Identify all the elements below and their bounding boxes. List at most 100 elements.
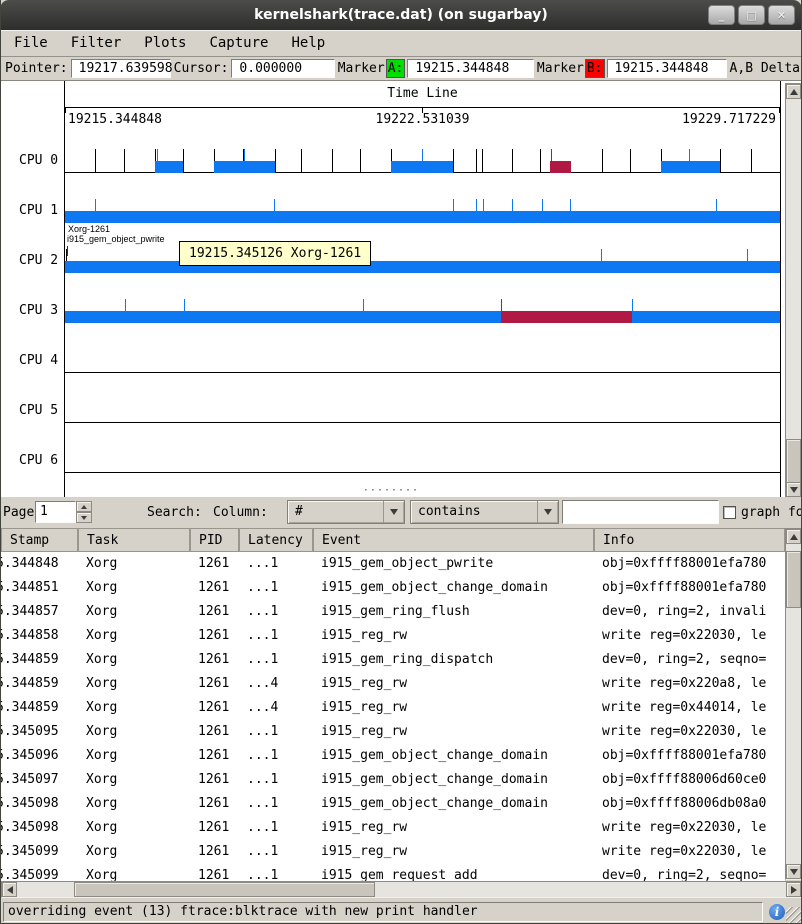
sched-bar-blue[interactable] bbox=[155, 161, 183, 173]
sched-bar-blue[interactable] bbox=[214, 161, 275, 173]
event-tick[interactable] bbox=[124, 149, 125, 173]
event-tick[interactable] bbox=[332, 149, 333, 173]
event-tick[interactable] bbox=[453, 149, 454, 173]
column-header-task[interactable]: Task bbox=[78, 528, 190, 552]
table-row[interactable]: 5.345098Xorg1261...1i915_reg_rwwrite reg… bbox=[1, 816, 785, 840]
page-up-button[interactable] bbox=[76, 501, 92, 512]
cell-latency: ...1 bbox=[239, 600, 313, 624]
event-tick[interactable] bbox=[95, 149, 96, 173]
event-tick[interactable] bbox=[751, 149, 752, 173]
column-header-event[interactable]: Event bbox=[313, 528, 594, 552]
sched-bar-red[interactable] bbox=[501, 311, 632, 323]
graph-follows-checkbox[interactable] bbox=[723, 506, 736, 519]
splitter-handle[interactable]: ········ bbox=[1, 487, 781, 495]
graph-scroll-down-button[interactable] bbox=[786, 482, 801, 497]
graph-scroll-up-button[interactable] bbox=[786, 84, 801, 99]
table-scroll-up-button[interactable] bbox=[786, 529, 801, 544]
cell-task: Xorg bbox=[78, 720, 190, 744]
cell-info: write reg=0x22030, le bbox=[594, 624, 785, 648]
ab-delta-label: A,B Delta bbox=[729, 61, 801, 76]
graph-vscrollbar[interactable] bbox=[785, 83, 802, 498]
menu-filter[interactable]: Filter bbox=[68, 33, 125, 53]
sched-bar-red[interactable] bbox=[550, 161, 571, 173]
resize-grip-icon[interactable] bbox=[786, 907, 802, 924]
table-hscrollbar[interactable] bbox=[1, 881, 802, 898]
arrow-down-icon bbox=[81, 516, 87, 520]
event-tick[interactable] bbox=[275, 149, 276, 173]
column-header-stamp[interactable]: Stamp bbox=[1, 528, 78, 552]
plot-area[interactable] bbox=[65, 81, 780, 497]
column-header-info[interactable]: Info bbox=[594, 528, 785, 552]
cell-task: Xorg bbox=[78, 768, 190, 792]
page-spinner[interactable]: 1 bbox=[35, 501, 92, 523]
match-select[interactable]: contains bbox=[410, 500, 559, 524]
table-row[interactable]: 5.345099Xorg1261...1i915_reg_rwwrite reg… bbox=[1, 840, 785, 864]
cell-task: Xorg bbox=[78, 624, 190, 648]
cell-pid: 1261 bbox=[190, 816, 239, 840]
sched-bar-blue[interactable] bbox=[65, 311, 780, 323]
maximize-button[interactable]: □ bbox=[738, 5, 765, 25]
marker-b-value: 19215.344848 bbox=[607, 59, 727, 78]
table-row[interactable]: 5.345096Xorg1261...1i915_gem_object_chan… bbox=[1, 744, 785, 768]
cell-stamp: 5.344848 bbox=[1, 552, 78, 576]
marker-a-badge[interactable]: A: bbox=[386, 59, 406, 78]
cell-task: Xorg bbox=[78, 672, 190, 696]
search-controls-bar: Page 1 Search: Column: # contains graph … bbox=[1, 497, 802, 528]
menu-help[interactable]: Help bbox=[288, 33, 328, 53]
event-tick[interactable] bbox=[183, 149, 184, 173]
table-row[interactable]: 5.344858Xorg1261...1i915_reg_rwwrite reg… bbox=[1, 624, 785, 648]
sched-bar-blue[interactable] bbox=[65, 211, 780, 223]
table-vscrollbar[interactable] bbox=[785, 528, 802, 880]
event-tick[interactable] bbox=[360, 149, 361, 173]
table-row[interactable]: 5.344851Xorg1261...1i915_gem_object_chan… bbox=[1, 576, 785, 600]
menu-capture[interactable]: Capture bbox=[206, 33, 271, 53]
event-tick[interactable] bbox=[476, 149, 477, 173]
cell-pid: 1261 bbox=[190, 600, 239, 624]
cell-event: i915_reg_rw bbox=[313, 624, 594, 648]
event-tick[interactable] bbox=[630, 149, 631, 173]
event-tick[interactable] bbox=[720, 149, 721, 173]
table-row[interactable]: 5.344857Xorg1261...1i915_gem_ring_flushd… bbox=[1, 600, 785, 624]
table-scroll-right-button[interactable] bbox=[786, 882, 801, 897]
table-row[interactable]: 5.345097Xorg1261...1i915_gem_object_chan… bbox=[1, 768, 785, 792]
cell-stamp: 5.345095 bbox=[1, 720, 78, 744]
arrow-down-icon bbox=[790, 869, 798, 875]
table-hscroll-thumb[interactable] bbox=[74, 882, 375, 897]
page-down-button[interactable] bbox=[76, 512, 92, 523]
column-header-pid[interactable]: PID bbox=[190, 528, 239, 552]
table-row[interactable]: 5.344859Xorg1261...4i915_reg_rwwrite reg… bbox=[1, 672, 785, 696]
column-header-latency[interactable]: Latency bbox=[239, 528, 313, 552]
event-tick[interactable] bbox=[301, 149, 302, 173]
graph-scroll-thumb[interactable] bbox=[786, 439, 801, 483]
close-button[interactable]: ✕ bbox=[768, 5, 795, 25]
cell-info: obj=0xffff88006d60ce0 bbox=[594, 768, 785, 792]
pointer-label: Pointer: bbox=[4, 61, 69, 76]
sched-bar-blue[interactable] bbox=[661, 161, 720, 173]
table-row[interactable]: 5.345095Xorg1261...1i915_reg_rwwrite reg… bbox=[1, 720, 785, 744]
table-scroll-thumb[interactable] bbox=[786, 551, 801, 608]
event-tick[interactable] bbox=[482, 149, 483, 173]
event-tick[interactable] bbox=[540, 149, 541, 173]
sched-bar-blue[interactable] bbox=[391, 161, 453, 173]
marker-b-badge[interactable]: B: bbox=[585, 59, 605, 78]
table-row[interactable]: 5.344859Xorg1261...4i915_reg_rwwrite reg… bbox=[1, 696, 785, 720]
table-row[interactable]: 5.345098Xorg1261...1i915_gem_object_chan… bbox=[1, 792, 785, 816]
table-scroll-down-button[interactable] bbox=[786, 864, 801, 879]
cell-info: write reg=0x220a8, le bbox=[594, 672, 785, 696]
event-tick[interactable] bbox=[512, 149, 513, 173]
search-input[interactable] bbox=[562, 500, 719, 524]
cell-pid: 1261 bbox=[190, 576, 239, 600]
page-value[interactable]: 1 bbox=[35, 501, 76, 523]
sched-bar-blue[interactable] bbox=[65, 261, 780, 273]
table-row[interactable]: 5.344859Xorg1261...1i915_gem_ring_dispat… bbox=[1, 648, 785, 672]
info-icon[interactable]: i bbox=[769, 904, 785, 920]
cell-task: Xorg bbox=[78, 792, 190, 816]
minimize-button[interactable]: _ bbox=[708, 5, 735, 25]
column-select[interactable]: # bbox=[287, 500, 405, 524]
table-scroll-left-button[interactable] bbox=[2, 882, 17, 897]
titlebar[interactable]: kernelshark(trace.dat) (on sugarbay) _ □… bbox=[0, 0, 802, 30]
table-row[interactable]: 5.344848Xorg1261...1i915_gem_object_pwri… bbox=[1, 552, 785, 576]
menu-file[interactable]: File bbox=[11, 33, 51, 53]
event-tick[interactable] bbox=[602, 149, 603, 173]
menu-plots[interactable]: Plots bbox=[141, 33, 189, 53]
